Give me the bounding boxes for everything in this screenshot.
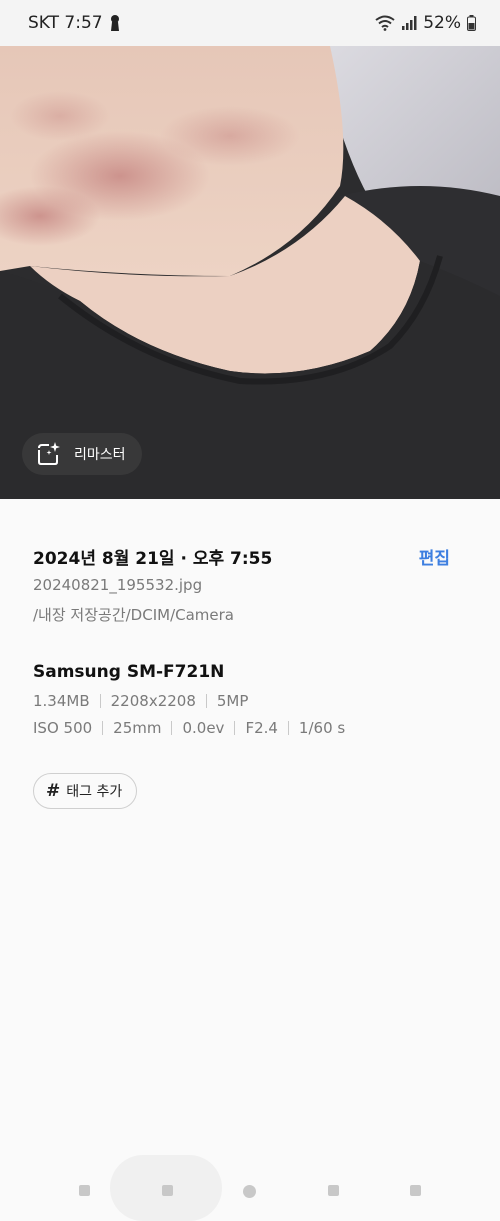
- file-specs: 1.34MB 2208x2208 5MP: [33, 692, 248, 710]
- photo-image: [0, 46, 500, 499]
- remaster-icon: [36, 441, 62, 467]
- iso: ISO 500: [33, 719, 93, 737]
- add-tag-button[interactable]: # 태그 추가: [33, 773, 138, 809]
- file-size: 1.34MB: [33, 692, 90, 710]
- edit-button[interactable]: 편집: [419, 544, 450, 569]
- remaster-button[interactable]: 리마스터: [22, 433, 142, 475]
- date-time: 2024년 8월 21일 · 오후 7:55: [33, 549, 273, 569]
- file-path: /내장 저장공간/DCIM/Camera: [33, 606, 234, 624]
- divider: [234, 721, 236, 735]
- file-name: 20240821_195532.jpg: [33, 576, 203, 594]
- resolution: 2208x2208: [110, 692, 196, 710]
- add-tag-label: 태그 추가: [66, 784, 123, 800]
- home-circle-icon[interactable]: [243, 1185, 256, 1198]
- megapixels: 5MP: [216, 692, 249, 710]
- nav-square-icon[interactable]: [328, 1185, 339, 1196]
- exposure-value: 0.0ev: [182, 719, 225, 737]
- battery-percent: 52%: [423, 13, 461, 33]
- camera-specs: ISO 500 25mm 0.0ev F2.4 1/60 s: [33, 719, 345, 737]
- signal-icon: [401, 15, 417, 31]
- navigation-bar: [0, 1148, 500, 1221]
- divider: [102, 721, 104, 735]
- date-row: 2024년 8월 21일 · 오후 7:55 편집: [33, 544, 453, 569]
- status-left: SKT 7:57: [28, 13, 121, 33]
- nav-square-icon[interactable]: [79, 1185, 90, 1196]
- screen: SKT 7:57 52% 리마스터 2024년 8월 21일 · 오후 7:55…: [0, 0, 500, 1221]
- divider: [99, 694, 101, 708]
- remaster-label: 리마스터: [74, 447, 126, 463]
- hash-icon: #: [46, 781, 61, 801]
- aperture: F2.4: [245, 719, 278, 737]
- carrier-time: SKT 7:57: [28, 13, 103, 33]
- photo-viewer[interactable]: 리마스터: [0, 46, 500, 499]
- device-name: Samsung SM-F721N: [33, 662, 225, 682]
- divider: [287, 721, 289, 735]
- shutter-speed: 1/60 s: [298, 719, 346, 737]
- divider: [171, 721, 173, 735]
- battery-icon: [467, 15, 476, 31]
- focal-length: 25mm: [113, 719, 162, 737]
- status-right: 52%: [375, 13, 476, 33]
- nav-square-icon[interactable]: [162, 1185, 173, 1196]
- divider: [205, 694, 207, 708]
- details-panel: 2024년 8월 21일 · 오후 7:55 편집 20240821_19553…: [0, 499, 500, 1221]
- lock-icon: [109, 14, 121, 32]
- wifi-icon: [375, 15, 395, 31]
- status-bar: SKT 7:57 52%: [0, 0, 500, 46]
- nav-square-icon[interactable]: [410, 1185, 421, 1196]
